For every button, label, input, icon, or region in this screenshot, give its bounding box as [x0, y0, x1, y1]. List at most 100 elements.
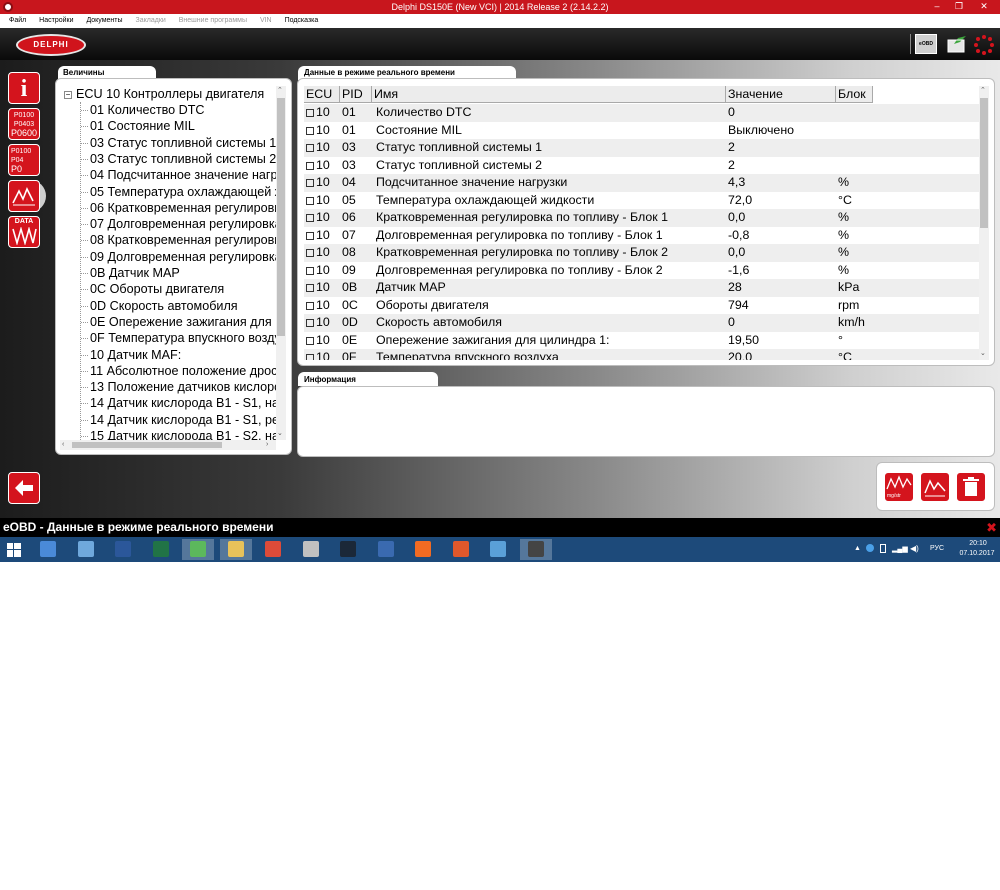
menu-settings[interactable]: Настройки — [39, 17, 73, 24]
signal-icon[interactable]: ▂▄▆ — [892, 545, 908, 553]
scroll-right-icon[interactable]: › — [266, 441, 268, 449]
trash-icon[interactable] — [956, 472, 986, 502]
tree-item[interactable]: 0F Температура впускного воздуха — [60, 330, 280, 346]
graph-units-icon[interactable]: mg/str — [884, 472, 914, 502]
tree-item[interactable]: 07 Долговременная регулировка по топливу… — [60, 216, 280, 232]
tree-item[interactable]: 03 Статус топливной системы 2 — [60, 151, 280, 167]
clock-date[interactable]: 07.10.2017 — [954, 550, 1000, 557]
tree-scroll-thumb[interactable] — [277, 98, 285, 336]
tree-item[interactable]: 10 Датчик MAF: — [60, 347, 280, 363]
battery-icon[interactable] — [880, 544, 886, 553]
trend-graph-icon[interactable] — [920, 472, 950, 502]
table-row[interactable]: 10 03 Статус топливной системы 1 2 — [304, 139, 980, 157]
taskbar-button[interactable] — [145, 539, 177, 560]
taskbar-button[interactable] — [482, 539, 514, 560]
back-arrow-icon[interactable] — [8, 472, 40, 504]
row-checkbox[interactable] — [306, 319, 314, 327]
folder-save-icon[interactable] — [946, 34, 968, 54]
tray-info-icon[interactable] — [866, 544, 874, 552]
row-checkbox[interactable] — [306, 144, 314, 152]
table-row[interactable]: 10 09 Долговременная регулировка по топлив… — [304, 262, 980, 280]
tree-root[interactable]: − ECU 10 Контроллеры двигателя — [60, 86, 280, 102]
row-checkbox[interactable] — [306, 179, 314, 187]
tree-item[interactable]: 04 Подсчитанное значение нагрузки — [60, 167, 280, 183]
scroll-down-icon[interactable]: ⌄ — [277, 430, 283, 438]
row-checkbox[interactable] — [306, 161, 314, 170]
taskbar-button[interactable] — [407, 539, 439, 560]
collapse-icon[interactable]: − — [64, 91, 72, 99]
tree-item[interactable]: 05 Температура охлаждающей жидкости — [60, 184, 280, 200]
row-checkbox[interactable] — [306, 336, 314, 345]
volume-icon[interactable]: ◀) — [910, 544, 919, 553]
table-row[interactable]: 10 0B Датчик MAP 28 kPa — [304, 279, 980, 297]
taskbar-button[interactable] — [257, 539, 289, 560]
language-indicator[interactable]: РУС — [930, 545, 944, 552]
row-checkbox[interactable] — [306, 126, 314, 135]
tree-item[interactable]: 06 Кратковременная регулировка по топлив… — [60, 200, 280, 216]
taskbar-button[interactable] — [295, 539, 327, 560]
taskbar-button[interactable] — [70, 539, 102, 560]
taskbar-button[interactable] — [370, 539, 402, 560]
taskbar-button[interactable] — [332, 539, 364, 560]
table-row[interactable]: 10 01 Количество DTC 0 — [304, 104, 980, 122]
status-close-icon[interactable]: ✖ — [986, 518, 997, 537]
row-checkbox[interactable] — [306, 301, 314, 310]
row-checkbox[interactable] — [306, 284, 314, 292]
table-row[interactable]: 10 0C Обороты двигателя 794 rpm — [304, 297, 980, 315]
table-row[interactable]: 10 0E Опережение зажигания для цилиндра 1:… — [304, 332, 980, 350]
tray-expand-icon[interactable]: ▲ — [854, 545, 861, 552]
row-checkbox[interactable] — [306, 231, 314, 240]
tree-item[interactable]: 01 Количество DTC — [60, 102, 280, 118]
table-scroll-up-icon[interactable]: ⌃ — [980, 87, 986, 95]
table-row[interactable]: 10 07 Долговременная регулировка по топлив… — [304, 227, 980, 245]
tree-item[interactable]: 11 Абсолютное положение дросселя — [60, 363, 280, 379]
tree-item[interactable]: 13 Положение датчиков кислорода — [60, 379, 280, 395]
read-dtc-icon[interactable]: P0100 P0403 P0600 — [8, 108, 40, 140]
tree-item[interactable]: 01 Состояние MIL — [60, 118, 280, 134]
row-checkbox[interactable] — [306, 249, 314, 257]
table-row[interactable]: 10 05 Температура охлаждающей жидкости 72,0… — [304, 192, 980, 210]
table-row[interactable]: 10 0F Температура впускного воздуха 20,0 °C — [304, 349, 980, 360]
col-value[interactable]: Значение — [726, 86, 836, 103]
tree-item[interactable]: 0D Скорость автомобиля — [60, 298, 280, 314]
tree-item[interactable]: 14 Датчик кислорода B1 - S1, напряжение — [60, 395, 280, 411]
menu-help[interactable]: Подсказка — [285, 17, 319, 24]
tree-item[interactable]: 14 Датчик кислорода B1 - S1, регулировка — [60, 412, 280, 428]
table-row[interactable]: 10 08 Кратковременная регулировка по топли… — [304, 244, 980, 262]
scroll-up-icon[interactable]: ⌃ — [277, 87, 283, 95]
taskbar-button[interactable] — [32, 539, 64, 560]
tree-horizontal-scrollbar[interactable]: ‹ › — [60, 440, 276, 450]
taskbar-button[interactable] — [519, 539, 552, 560]
menu-documents[interactable]: Документы — [86, 17, 122, 24]
table-row[interactable]: 10 03 Статус топливной системы 2 2 — [304, 157, 980, 175]
table-row[interactable]: 10 04 Подсчитанное значение нагрузки 4,3% — [304, 174, 980, 192]
live-data-graph-icon[interactable] — [8, 180, 40, 212]
tree-item[interactable]: 0E Опережение зажигания для цилиндра 1: — [60, 314, 280, 330]
col-name[interactable]: Имя — [372, 86, 726, 103]
tree-item[interactable]: 0C Обороты двигателя — [60, 281, 280, 297]
data-record-icon[interactable]: DATA — [8, 216, 40, 248]
col-pid[interactable]: PID — [340, 86, 372, 103]
table-row[interactable]: 10 01 Состояние MIL Выключено — [304, 122, 980, 140]
row-checkbox[interactable] — [306, 109, 314, 117]
menu-file[interactable]: Файл — [9, 17, 26, 24]
restore-button[interactable]: ❐ — [948, 0, 970, 14]
table-row[interactable]: 10 0D Скорость автомобиля 0 km/h — [304, 314, 980, 332]
table-scroll-down-icon[interactable]: ⌄ — [980, 350, 986, 358]
info-icon[interactable]: i — [8, 72, 40, 104]
row-checkbox[interactable] — [306, 214, 314, 222]
clock-time[interactable]: 20:10 — [960, 540, 996, 547]
tree-item[interactable]: 08 Кратковременная регулировка по топлив… — [60, 232, 280, 248]
col-unit[interactable]: Блок — [836, 86, 873, 103]
taskbar-button[interactable] — [107, 539, 139, 560]
eobd-icon[interactable]: eOBD — [915, 34, 937, 54]
table-vertical-scrollbar[interactable]: ⌃ ⌄ — [979, 86, 989, 360]
tree-hscroll-thumb[interactable] — [72, 442, 222, 448]
tree-item[interactable]: 0B Датчик MAP — [60, 265, 280, 281]
taskbar-button[interactable] — [219, 539, 252, 560]
close-button[interactable]: ✕ — [970, 0, 998, 14]
taskbar-button[interactable] — [182, 539, 214, 560]
taskbar-button[interactable] — [445, 539, 477, 560]
tree-vertical-scrollbar[interactable]: ⌃ ⌄ — [276, 86, 286, 440]
windows-start-icon[interactable] — [7, 543, 21, 557]
